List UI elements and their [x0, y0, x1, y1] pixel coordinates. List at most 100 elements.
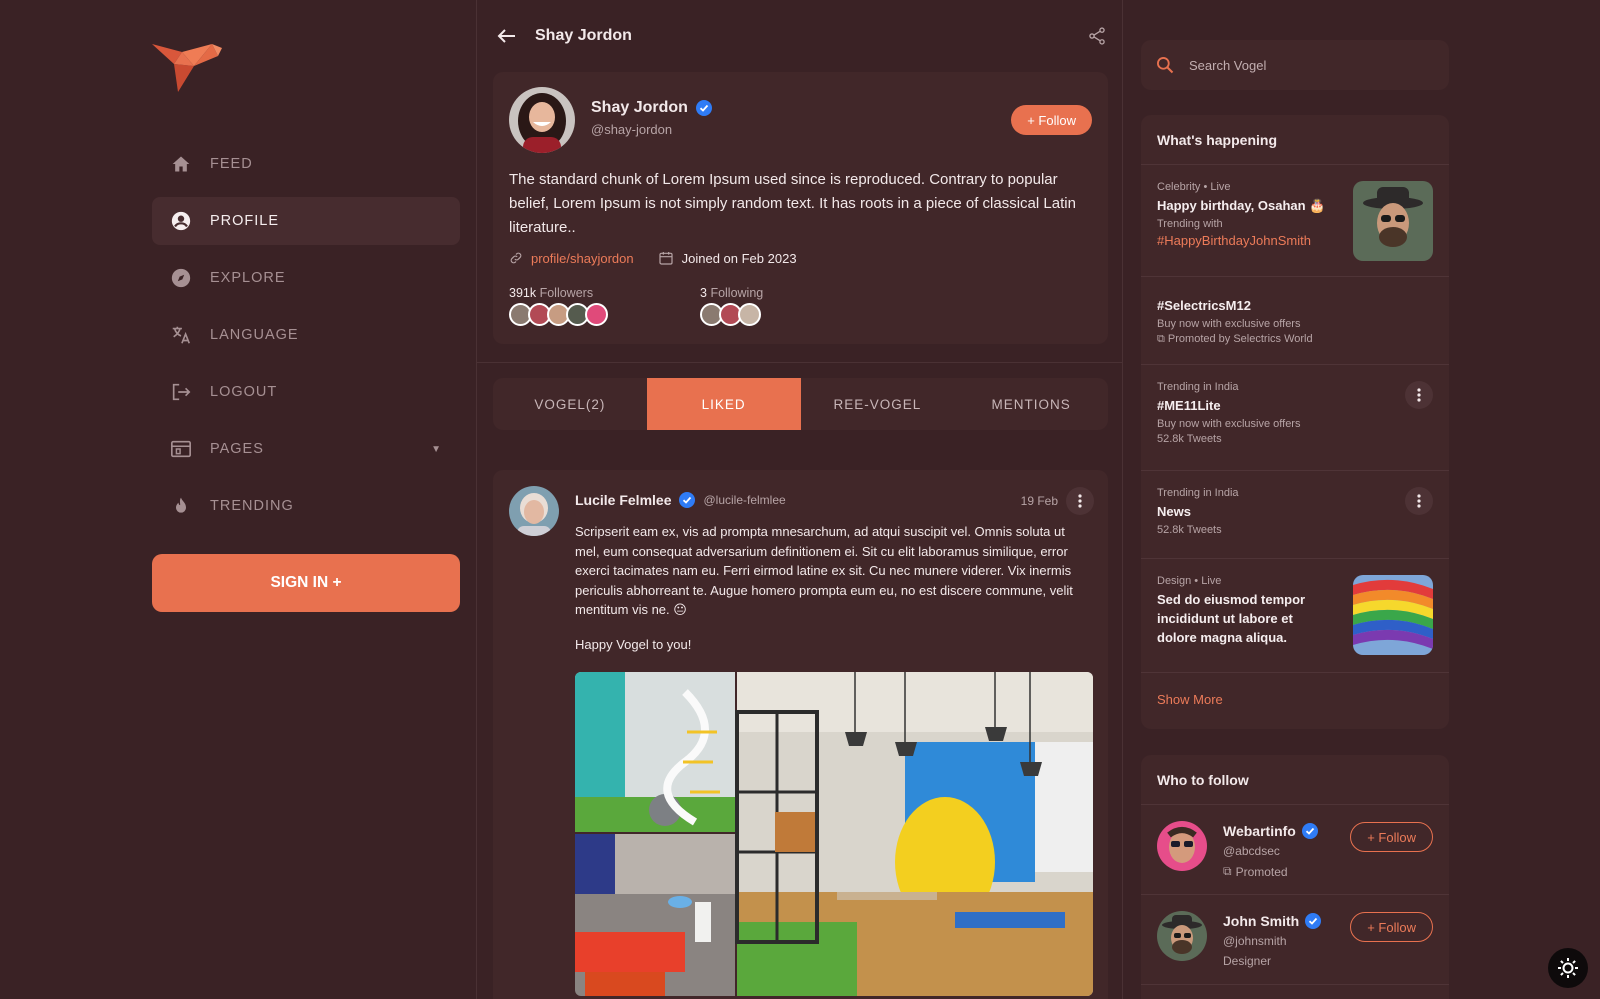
- trend-item[interactable]: Trending in India News 52.8k Tweets: [1141, 471, 1449, 559]
- followers-label: Followers: [539, 286, 594, 300]
- link-icon: [510, 252, 522, 264]
- main-nav: FEED PROFILE EXPLORE LANGUAGE LOGOUT PAG…: [152, 140, 460, 539]
- followers-stat[interactable]: 391k Followers: [509, 286, 608, 326]
- nav-label: LANGUAGE: [210, 327, 299, 343]
- profile-link[interactable]: profile/shayjordon: [531, 251, 634, 266]
- nav-item-trending[interactable]: TRENDING: [152, 482, 460, 530]
- post-author: Lucile Felmlee @lucile-felmlee: [575, 492, 786, 508]
- back-arrow-icon[interactable]: [495, 24, 519, 48]
- post-author-handle: @lucile-felmlee: [703, 493, 786, 507]
- calendar-icon: [659, 252, 673, 265]
- suggestion-name: John Smith: [1223, 913, 1322, 929]
- theme-toggle-button[interactable]: [1548, 948, 1588, 988]
- nav-label: PAGES: [210, 441, 264, 457]
- tab-mentions[interactable]: MENTIONS: [954, 378, 1108, 430]
- nav-item-feed[interactable]: FEED: [152, 140, 460, 188]
- main-column: Shay Jordon Shay Jordon @shay-jordon + F…: [476, 0, 1123, 999]
- verified-badge-icon: [1301, 823, 1318, 839]
- chevron-down-icon: ▼: [431, 443, 442, 455]
- nav-item-explore[interactable]: EXPLORE: [152, 254, 460, 302]
- following-label: Following: [710, 286, 764, 300]
- nav-item-pages[interactable]: PAGES ▼: [152, 425, 460, 473]
- suggestion-name-text[interactable]: John Smith: [1223, 913, 1299, 929]
- search-box[interactable]: [1141, 40, 1449, 90]
- following-avatars: [700, 303, 763, 326]
- post-author-name[interactable]: Lucile Felmlee: [575, 492, 671, 508]
- user-circle-icon: [170, 210, 192, 232]
- nav-item-language[interactable]: LANGUAGE: [152, 311, 460, 359]
- nav-label: FEED: [210, 156, 253, 172]
- profile-handle: @shay-jordon: [591, 122, 673, 137]
- trend-category: Trending in India: [1157, 487, 1239, 499]
- suggestion-item: John Smith @johnsmith Designer + Follow: [1141, 895, 1449, 985]
- verified-badge-icon: [679, 492, 696, 508]
- trend-title: #ME11Lite: [1157, 398, 1221, 413]
- trend-item[interactable]: Trending in India #ME11Lite Buy now with…: [1141, 365, 1449, 471]
- sun-icon: [1558, 958, 1578, 978]
- trend-count: 52.8k Tweets: [1157, 433, 1222, 445]
- search-input[interactable]: [1189, 57, 1429, 73]
- flame-icon: [170, 495, 192, 517]
- profile-avatar: [509, 87, 575, 153]
- trend-subtitle: Buy now with exclusive offers: [1157, 418, 1301, 430]
- following-stat[interactable]: 3 Following: [700, 286, 763, 326]
- post-image-gallery[interactable]: [575, 672, 1093, 996]
- who-to-follow-panel: Who to follow Webartinfo @abcdsec ⧉ Prom…: [1141, 755, 1449, 999]
- browser-icon: [170, 438, 192, 460]
- post-date: 19 Feb: [1020, 494, 1058, 508]
- share-icon[interactable]: [1087, 26, 1107, 46]
- suggestion-handle: @johnsmith: [1223, 934, 1287, 948]
- follow-button[interactable]: + Follow: [1011, 105, 1092, 135]
- suggestion-promoted: ⧉ Promoted: [1223, 864, 1288, 879]
- follower-avatar: [585, 303, 608, 326]
- translate-icon: [170, 324, 192, 346]
- nav-label: PROFILE: [210, 213, 280, 229]
- trend-category: Trending in India: [1157, 381, 1239, 393]
- post-more-icon[interactable]: [1066, 487, 1094, 515]
- suggestion-name-text[interactable]: Webartinfo: [1223, 823, 1296, 839]
- external-link-icon: ⧉: [1157, 333, 1165, 345]
- trend-count: 52.8k Tweets: [1157, 524, 1222, 536]
- follow-suggestion-button[interactable]: + Follow: [1350, 912, 1433, 942]
- profile-name: Shay Jordon: [591, 99, 712, 117]
- tab-vogel[interactable]: VOGEL(2): [493, 378, 647, 430]
- trend-title: #SelectricsM12: [1157, 298, 1251, 313]
- profile-header: Shay Jordon: [495, 20, 1107, 52]
- suggestion-avatar[interactable]: [1157, 821, 1207, 871]
- trend-item[interactable]: Celebrity • Live Happy birthday, Osahan …: [1141, 165, 1449, 277]
- following-count: 3: [700, 286, 707, 300]
- verified-badge-icon: [695, 100, 712, 116]
- logout-icon: [170, 381, 192, 403]
- trend-title: News: [1157, 504, 1191, 519]
- followers-count: 391k: [509, 286, 537, 300]
- tab-ree-vogel[interactable]: REE-VOGEL: [801, 378, 955, 430]
- profile-name-text: Shay Jordon: [591, 99, 688, 116]
- trend-item[interactable]: Design • Live Sed do eiusmod tempor inci…: [1141, 559, 1449, 673]
- show-more-link[interactable]: Show More: [1141, 673, 1449, 725]
- whats-happening-title: What's happening: [1141, 115, 1449, 165]
- sign-in-button[interactable]: SIGN IN +: [152, 554, 460, 612]
- vogel-logo[interactable]: [152, 40, 222, 94]
- suggestion-extra: Designer: [1223, 954, 1272, 968]
- trend-title: Sed do eiusmod tempor incididunt ut labo…: [1157, 592, 1306, 645]
- nav-item-logout[interactable]: LOGOUT: [152, 368, 460, 416]
- page-title: Shay Jordon: [535, 27, 632, 44]
- trend-more-icon[interactable]: [1405, 381, 1433, 409]
- who-to-follow-title: Who to follow: [1141, 755, 1449, 805]
- trend-item[interactable]: #SelectricsM12 Buy now with exclusive of…: [1141, 277, 1449, 365]
- external-link-icon: ⧉: [1223, 864, 1232, 878]
- trend-more-icon[interactable]: [1405, 487, 1433, 515]
- followers-avatars: [509, 303, 608, 326]
- suggestion-avatar[interactable]: [1157, 911, 1207, 961]
- search-icon: [1157, 57, 1174, 74]
- post-author-avatar[interactable]: [509, 486, 559, 536]
- trend-promoted: ⧉ Promoted by Selectrics World: [1157, 333, 1433, 346]
- tab-liked[interactable]: LIKED: [646, 378, 801, 430]
- profile-card: Shay Jordon @shay-jordon + Follow The st…: [493, 72, 1108, 344]
- follow-suggestion-button[interactable]: + Follow: [1350, 822, 1433, 852]
- post-text: Scripserit eam ex, vis ad prompta mnesar…: [575, 524, 1073, 617]
- nav-item-profile[interactable]: PROFILE: [152, 197, 460, 245]
- suggestion-extra: Promoted: [1235, 864, 1288, 879]
- divider: [477, 362, 1122, 363]
- profile-bio: The standard chunk of Lorem Ipsum used s…: [509, 171, 1076, 236]
